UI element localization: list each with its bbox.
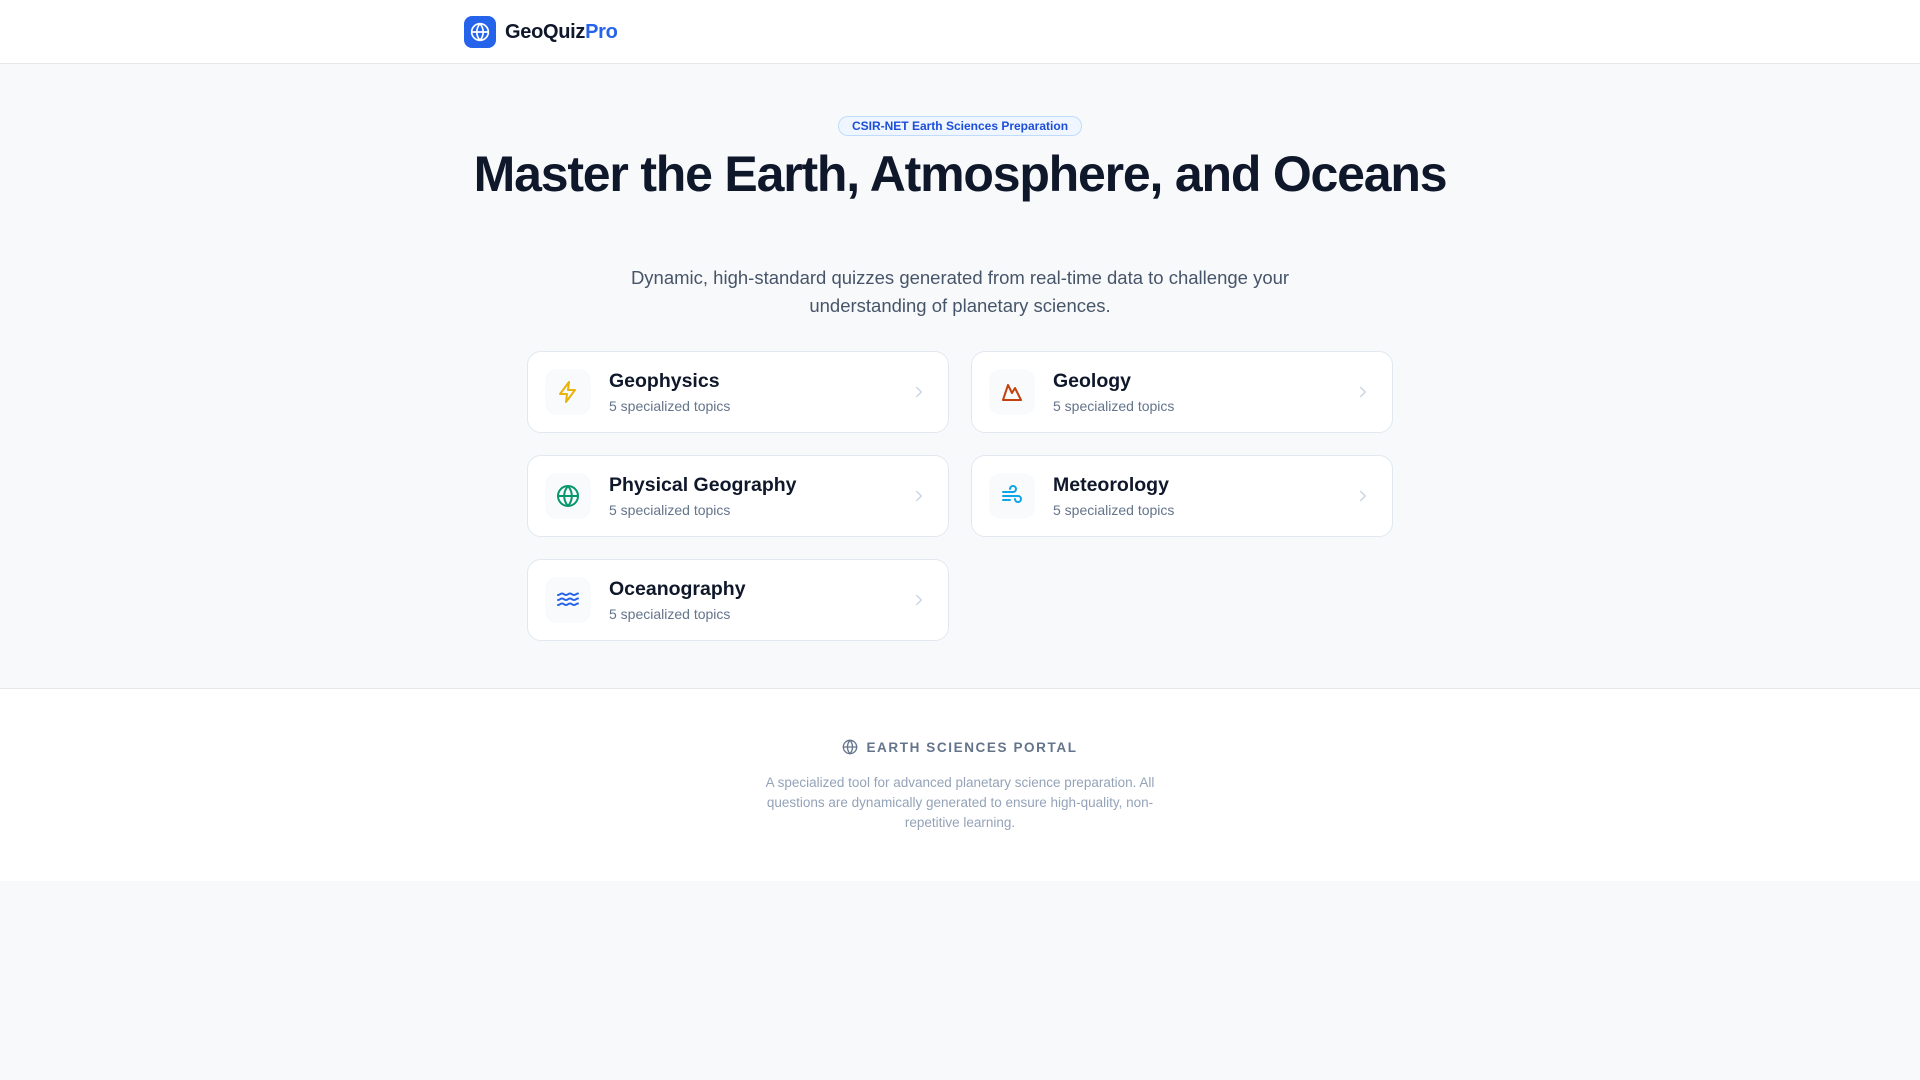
exam-badge: CSIR-NET Earth Sciences Preparation (838, 116, 1082, 136)
brand-logo-link[interactable]: GeoQuizPro (464, 16, 618, 48)
top-navigation-bar: GeoQuizPro (0, 0, 1920, 64)
category-title: Geology (1053, 370, 1132, 392)
globe-icon (545, 473, 591, 519)
category-card-meteorology[interactable]: Meteorology 5 specialized topics (971, 455, 1393, 537)
brand-name: GeoQuizPro (505, 21, 618, 44)
chevron-right-icon (1360, 386, 1366, 398)
category-topic-count: 5 specialized topics (609, 502, 731, 518)
category-card-geology[interactable]: Geology 5 specialized topics (971, 351, 1393, 433)
category-topic-count: 5 specialized topics (609, 398, 731, 414)
category-topic-count: 5 specialized topics (609, 606, 731, 622)
category-topic-count: 5 specialized topics (1053, 502, 1175, 518)
brand-name-accent: Pro (585, 20, 618, 43)
chevron-right-icon (916, 490, 922, 502)
category-title: Oceanography (609, 578, 746, 600)
page-subtitle: Dynamic, high-standard quizzes generated… (630, 267, 1290, 316)
waves-icon (545, 577, 591, 623)
chevron-right-icon (916, 594, 922, 606)
footer-heading-text: EARTH SCIENCES PORTAL (866, 739, 1078, 755)
page-footer: EARTH SCIENCES PORTAL A specialized tool… (0, 688, 1920, 881)
globe-icon (843, 739, 858, 755)
chevron-right-icon (1360, 490, 1366, 502)
lightning-icon (545, 369, 591, 415)
category-card-physical-geography[interactable]: Physical Geography 5 specialized topics (527, 455, 949, 537)
globe-icon (464, 16, 496, 48)
category-title: Geophysics (609, 370, 720, 392)
chevron-right-icon (916, 386, 922, 398)
page-title: Master the Earth, Atmosphere, and Oceans (473, 146, 1448, 202)
footer-description: A specialized tool for advanced planetar… (765, 775, 1155, 830)
wind-icon (989, 473, 1035, 519)
footer-heading: EARTH SCIENCES PORTAL (0, 739, 1920, 755)
category-title: Physical Geography (609, 474, 797, 496)
category-topic-count: 5 specialized topics (1053, 398, 1175, 414)
category-title: Meteorology (1053, 474, 1169, 496)
mountain-icon (989, 369, 1035, 415)
category-card-oceanography[interactable]: Oceanography 5 specialized topics (527, 559, 949, 641)
category-card-geophysics[interactable]: Geophysics 5 specialized topics (527, 351, 949, 433)
brand-name-main: GeoQuiz (505, 20, 586, 43)
